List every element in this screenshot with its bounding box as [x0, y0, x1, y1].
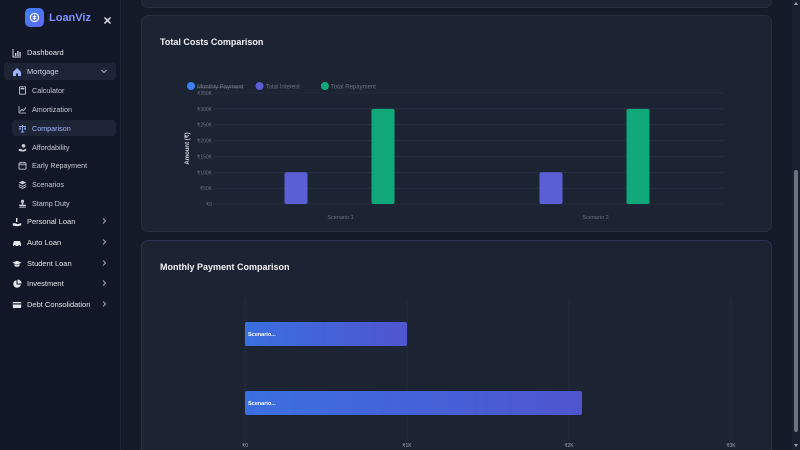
stamp-icon — [18, 199, 27, 208]
sidebar-item-investment[interactable]: Investment — [4, 275, 116, 292]
sidebar-subitem-label: Stamp Duty — [32, 198, 70, 208]
sidebar-subitem-label: Affordability — [32, 142, 70, 152]
balance-scale-icon — [18, 124, 27, 133]
y-tick-label: ₹350K — [197, 91, 213, 97]
sidebar-subitem-label: Early Repayment — [32, 160, 88, 170]
sidebar-subitem-stamp-duty[interactable]: Stamp Duty — [12, 195, 116, 211]
legend-label: Monthly Payment — [197, 85, 244, 91]
home-icon — [12, 67, 22, 77]
scroll-up-arrow[interactable] — [794, 2, 798, 5]
sidebar-subitem-label: Scenarios — [32, 179, 64, 189]
legend-swatch — [255, 82, 264, 90]
chevron-right-icon — [100, 300, 108, 308]
sidebar-item-label: Mortgage — [27, 67, 59, 76]
sidebar-item-label: Dashboard — [27, 48, 64, 57]
monthly-payment-chart: ₹0 ₹1K ₹2K ₹3K Scenario... Scenario... — [242, 298, 736, 449]
scroll-down-arrow[interactable] — [794, 444, 798, 447]
y-tick-label: ₹250K — [197, 123, 213, 129]
y-tick-label: ₹50K — [200, 186, 213, 192]
calendar-icon — [18, 161, 27, 170]
chevron-right-icon — [100, 217, 108, 225]
sidebar-item-student-loan[interactable]: Student Loan — [4, 255, 116, 272]
sidebar-subitem-label: Comparison — [32, 123, 71, 133]
sidebar-item-debt-consolidation[interactable]: Debt Consolidation — [4, 296, 116, 313]
sidebar-item-label: Personal Loan — [27, 217, 76, 226]
sidebar-item-label: Investment — [27, 279, 64, 288]
y-tick-label: ₹0 — [206, 202, 212, 208]
scrollbar[interactable] — [792, 0, 800, 450]
hand-coin-icon — [18, 143, 27, 152]
sidebar-item-auto-loan[interactable]: Auto Loan — [4, 234, 116, 251]
trend-icon — [18, 105, 27, 114]
sidebar-subitem-early-repayment[interactable]: Early Repayment — [12, 157, 116, 173]
legend-label: Total Repayment — [331, 85, 376, 91]
previous-card — [141, 0, 772, 8]
sidebar-item-label: Auto Loan — [27, 238, 62, 247]
scrollbar-thumb[interactable] — [794, 170, 798, 432]
total-costs-chart: Monthly Payment Total Interest Total Repay… — [184, 82, 723, 221]
legend-label: Total Interest — [266, 85, 301, 91]
layers-icon — [18, 180, 27, 189]
logo-icon — [25, 8, 44, 27]
sidebar-item-label: Debt Consolidation — [27, 300, 91, 309]
pie-chart-icon — [12, 279, 22, 289]
sidebar-subitem-label: Calculator — [32, 85, 65, 95]
y-tick-label: ₹150K — [197, 154, 213, 160]
brand[interactable]: LoanViz — [25, 7, 91, 28]
sidebar-subitem-comparison[interactable]: Comparison — [12, 120, 116, 136]
bar — [371, 108, 395, 204]
sidebar-item-personal-loan[interactable]: Personal Loan — [4, 213, 116, 230]
legend-swatch — [320, 82, 329, 90]
credit-card-icon — [12, 300, 22, 310]
bar — [626, 108, 650, 204]
chevron-right-icon — [100, 238, 108, 246]
x-tick-label: Scenario 2 — [582, 215, 608, 221]
sidebar-item-mortgage[interactable]: Mortgage — [4, 63, 116, 80]
chevron-right-icon — [100, 259, 108, 267]
calculator-icon — [18, 85, 27, 95]
x-tick-label: Scenario 1 — [327, 215, 353, 221]
y-tick-label: ₹100K — [197, 170, 213, 176]
legend-swatch — [187, 82, 195, 90]
x-tick-label: ₹3K — [726, 443, 736, 449]
chevron-right-icon — [100, 279, 108, 287]
chevron-down-icon — [100, 67, 108, 75]
bar-label: Scenario... — [248, 401, 276, 407]
sidebar-subitem-calculator[interactable]: Calculator — [12, 82, 116, 98]
graduation-cap-icon — [12, 259, 22, 269]
sidebar-item-dashboard[interactable]: Dashboard — [4, 44, 116, 61]
dashboard-icon — [12, 48, 22, 58]
y-tick-label: ₹200K — [197, 139, 213, 145]
x-tick-label: ₹0 — [242, 443, 248, 449]
y-axis-label: Amount (₹) — [184, 132, 191, 164]
sidebar-item-label: Student Loan — [27, 259, 72, 268]
sidebar-subitem-label: Amortization — [32, 104, 72, 114]
y-tick-label: ₹300K — [197, 107, 213, 113]
bar-label: Scenario... — [248, 332, 276, 338]
sidebar-subitem-scenarios[interactable]: Scenarios — [12, 176, 116, 192]
sidebar: LoanViz Dashboard Mortgage Calculator Am… — [0, 0, 121, 450]
bar — [539, 172, 563, 204]
x-tick-label: ₹1K — [402, 443, 412, 449]
bar — [284, 172, 308, 204]
sidebar-subitem-amortization[interactable]: Amortization — [12, 101, 116, 117]
x-tick-label: ₹2K — [564, 443, 574, 449]
close-icon[interactable] — [103, 12, 112, 24]
sidebar-subitem-affordability[interactable]: Affordability — [12, 139, 116, 155]
bar — [245, 391, 582, 415]
brand-name: LoanViz — [49, 11, 91, 24]
car-icon — [12, 238, 22, 248]
hand-money-icon — [12, 217, 22, 227]
